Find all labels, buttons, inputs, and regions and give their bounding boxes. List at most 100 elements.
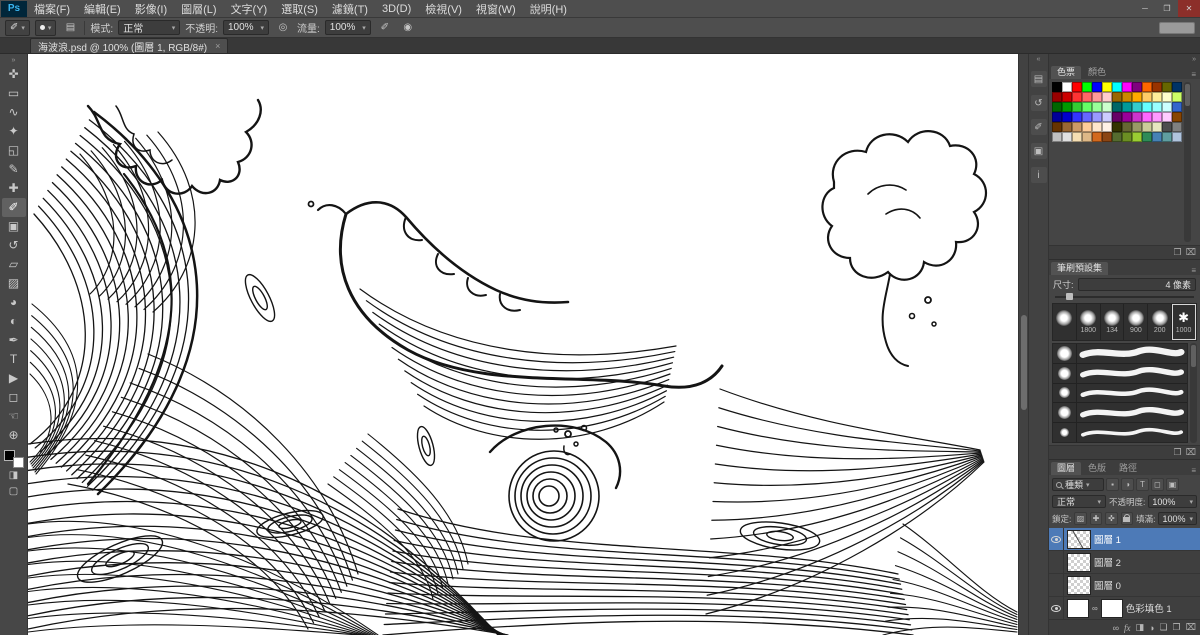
color-swatch[interactable] <box>1062 132 1072 142</box>
color-swatch[interactable] <box>1112 112 1122 122</box>
workspace-button[interactable] <box>1159 22 1195 34</box>
tool-preset-picker[interactable]: ✐ ▾ <box>5 20 30 36</box>
tab-paths[interactable]: 路徑 <box>1113 462 1143 475</box>
layer-style-icon[interactable]: fx <box>1124 623 1131 633</box>
color-swatch[interactable] <box>1172 102 1182 112</box>
layer-name[interactable]: 圖層 1 <box>1094 532 1121 546</box>
brush-stroke-row-2[interactable] <box>1053 364 1187 384</box>
color-swatch[interactable] <box>1142 122 1152 132</box>
color-swatch[interactable] <box>1162 102 1172 112</box>
layer-name[interactable]: 色彩填色 1 <box>1126 601 1172 615</box>
color-swatch[interactable] <box>1152 102 1162 112</box>
clone-stamp-tool[interactable]: ▣ <box>2 217 26 236</box>
color-swatch[interactable] <box>1142 92 1152 102</box>
collapse-dock-icon[interactable]: » <box>1192 56 1196 63</box>
color-swatch[interactable] <box>1152 112 1162 122</box>
filter-adjustment-icon[interactable]: ◑ <box>1121 478 1134 491</box>
link-layers-icon[interactable]: ∞ <box>1113 623 1119 633</box>
menu-item-8[interactable]: 3D(D) <box>375 3 418 15</box>
adjustment-layer-icon[interactable]: ◑ <box>1149 623 1154 633</box>
menu-item-10[interactable]: 視窗(W) <box>469 1 523 17</box>
blend-mode-select[interactable]: 正常 ▾ <box>1052 495 1106 508</box>
brush-size-slider[interactable] <box>1055 292 1194 301</box>
color-swatch[interactable] <box>1052 82 1062 92</box>
marquee-tool[interactable]: ▭ <box>2 84 26 103</box>
lock-position-icon[interactable]: ✜ <box>1105 512 1117 525</box>
menu-item-9[interactable]: 檢視(V) <box>418 1 469 17</box>
quick-mask-icon[interactable]: ◨ <box>2 468 26 484</box>
opacity-select[interactable]: 100% ▾ <box>223 20 269 35</box>
layer-thumbnail[interactable] <box>1067 530 1091 549</box>
brush-stroke-row-5[interactable] <box>1053 423 1187 442</box>
color-swatch[interactable] <box>1112 132 1122 142</box>
color-swatch[interactable] <box>1062 82 1072 92</box>
filter-type-icon[interactable]: T <box>1136 478 1149 491</box>
maximize-button[interactable]: ❐ <box>1156 0 1178 17</box>
menu-item-2[interactable]: 編輯(E) <box>77 1 128 17</box>
document-tab[interactable]: 海波浪.psd @ 100% (圖層 1, RGB/8#) × <box>30 38 228 53</box>
move-tool[interactable]: ✜ <box>2 65 26 84</box>
layer-mask-thumbnail[interactable] <box>1101 599 1123 618</box>
brush-stroke-row-3[interactable] <box>1053 384 1187 404</box>
new-layer-icon[interactable]: ❐ <box>1173 622 1181 633</box>
color-swatch[interactable] <box>1082 112 1092 122</box>
brush-size-input[interactable]: 4 像素 <box>1078 278 1196 291</box>
color-swatch[interactable] <box>1142 102 1152 112</box>
lock-all-icon[interactable] <box>1121 512 1133 525</box>
dodge-tool[interactable]: ◐ <box>2 312 26 331</box>
filter-pixel-icon[interactable]: ▪ <box>1106 478 1119 491</box>
history-panel-icon[interactable]: ↺ <box>1031 95 1047 111</box>
brush-list-scrollbar[interactable] <box>1190 343 1197 443</box>
airbrush-icon[interactable]: ✐ <box>376 20 394 35</box>
color-swatch[interactable] <box>1112 122 1122 132</box>
color-swatch[interactable] <box>1122 132 1132 142</box>
color-swatch[interactable] <box>1102 82 1112 92</box>
tab-layers[interactable]: 圖層 <box>1051 462 1081 475</box>
color-swatch[interactable] <box>1052 132 1062 142</box>
color-swatch[interactable] <box>1172 122 1182 132</box>
tab-channels[interactable]: 色版 <box>1082 462 1112 475</box>
layer-row-4[interactable]: ∞色彩填色 1 <box>1049 597 1200 619</box>
panel-menu-icon[interactable]: ≡ <box>1191 266 1198 275</box>
panel-menu-icon[interactable]: ≡ <box>1191 70 1198 79</box>
color-swatch[interactable] <box>1172 132 1182 142</box>
color-swatch[interactable] <box>1092 132 1102 142</box>
color-swatch[interactable] <box>1062 92 1072 102</box>
color-swatch[interactable] <box>1062 112 1072 122</box>
brush-stroke-row-1[interactable] <box>1053 344 1187 364</box>
shape-tool[interactable]: ◻ <box>2 388 26 407</box>
layer-name[interactable]: 圖層 0 <box>1094 578 1121 592</box>
color-swatch[interactable] <box>1132 102 1142 112</box>
color-swatch[interactable] <box>1162 132 1172 142</box>
brush-tip-3[interactable]: 134 <box>1101 304 1125 340</box>
delete-layer-icon[interactable]: ⌧ <box>1186 622 1196 633</box>
color-swatch[interactable] <box>1172 82 1182 92</box>
color-swatch[interactable] <box>1072 102 1082 112</box>
color-swatch[interactable] <box>1132 82 1142 92</box>
gradient-tool[interactable]: ▨ <box>2 274 26 293</box>
brush-tip-4[interactable]: 900 <box>1124 304 1148 340</box>
lock-pixels-icon[interactable]: ✚ <box>1090 512 1102 525</box>
flow-select[interactable]: 100% ▾ <box>325 20 371 35</box>
color-swatch[interactable] <box>1132 122 1142 132</box>
hand-tool[interactable]: ☜ <box>2 407 26 426</box>
lock-transparency-icon[interactable]: ▨ <box>1074 512 1086 525</box>
color-swatch[interactable] <box>1092 102 1102 112</box>
color-swatch[interactable] <box>1122 82 1132 92</box>
new-swatch-button[interactable]: ❐ <box>1174 247 1182 258</box>
color-swatch[interactable] <box>1152 82 1162 92</box>
color-swatch[interactable] <box>1062 122 1072 132</box>
menu-item-6[interactable]: 選取(S) <box>274 1 325 17</box>
layer-filter-select[interactable]: 種類 ▾ <box>1052 478 1104 491</box>
layer-visibility-icon[interactable] <box>1049 597 1064 619</box>
color-swatch[interactable] <box>1102 92 1112 102</box>
color-swatch[interactable] <box>1092 92 1102 102</box>
color-swatch[interactable] <box>1102 112 1112 122</box>
brush-tip-6[interactable]: ✱1000 <box>1172 304 1196 340</box>
color-swatch[interactable] <box>1052 102 1062 112</box>
color-swatch[interactable] <box>1082 102 1092 112</box>
zoom-tool[interactable]: ⊕ <box>2 426 26 445</box>
delete-swatch-button[interactable]: ⌧ <box>1186 247 1196 258</box>
healing-brush-tool[interactable]: ✚ <box>2 179 26 198</box>
tab-color[interactable]: 顏色 <box>1082 66 1112 79</box>
